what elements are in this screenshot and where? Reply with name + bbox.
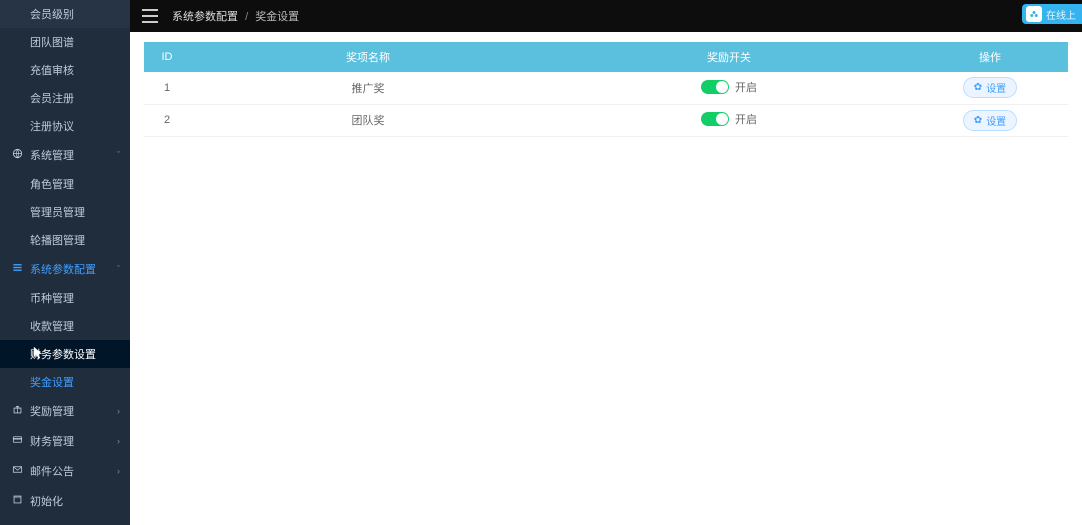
sidebar-item-member-level[interactable]: 会员级别 bbox=[0, 0, 130, 28]
refresh-icon bbox=[10, 494, 24, 508]
cell-switch: 开启 bbox=[546, 72, 912, 104]
sidebar-group-finance[interactable]: 财务管理 › bbox=[0, 426, 130, 456]
sidebar-item-label: 奖金设置 bbox=[30, 374, 74, 390]
mail-icon bbox=[10, 464, 24, 478]
cell-id: 2 bbox=[144, 104, 190, 136]
chevron-down-icon: › bbox=[117, 466, 120, 476]
bars-icon bbox=[10, 262, 24, 276]
cell-op: ✿ 设置 bbox=[912, 72, 1068, 104]
sidebar-item-label: 币种管理 bbox=[30, 290, 74, 306]
sidebar-item-admin-manage[interactable]: 管理员管理 bbox=[0, 198, 130, 226]
chevron-up-icon: ˇ bbox=[117, 264, 120, 274]
sidebar-group-label: 财务管理 bbox=[30, 433, 74, 449]
chevron-down-icon: › bbox=[117, 436, 120, 446]
sidebar-item-label: 轮播图管理 bbox=[30, 232, 85, 248]
set-button-label: 设置 bbox=[986, 113, 1006, 128]
sidebar-group-label: 系统参数配置 bbox=[30, 261, 96, 277]
cloud-icon bbox=[1026, 6, 1042, 22]
gear-icon: ✿ bbox=[974, 115, 982, 126]
sidebar-item-label: 收款管理 bbox=[30, 318, 74, 334]
cell-id: 1 bbox=[144, 72, 190, 104]
card-icon bbox=[10, 434, 24, 448]
chevron-down-icon: › bbox=[117, 406, 120, 416]
sidebar-item-coin-manage[interactable]: 币种管理 bbox=[0, 284, 130, 312]
gear-icon: ✿ bbox=[974, 82, 982, 93]
breadcrumb-item[interactable]: 系统参数配置 bbox=[172, 11, 238, 23]
bonus-switch[interactable]: 开启 bbox=[701, 111, 757, 127]
table-row: 1 推广奖 开启 ✿ 设置 bbox=[144, 72, 1068, 104]
sidebar-group-system[interactable]: 系统管理 ˇ bbox=[0, 140, 130, 170]
sidebar-item-team-graph[interactable]: 团队图谱 bbox=[0, 28, 130, 56]
sidebar-group-label: 系统管理 bbox=[30, 147, 74, 163]
sidebar-item-register-agreement[interactable]: 注册协议 bbox=[0, 112, 130, 140]
switch-track bbox=[701, 112, 729, 126]
content: ID 奖项名称 奖励开关 操作 1 推广奖 开启 bbox=[130, 32, 1082, 525]
sidebar-item-carousel-manage[interactable]: 轮播图管理 bbox=[0, 226, 130, 254]
cell-name: 团队奖 bbox=[190, 104, 546, 136]
bonus-table: ID 奖项名称 奖励开关 操作 1 推广奖 开启 bbox=[144, 42, 1068, 137]
switch-label: 开启 bbox=[735, 79, 757, 95]
sidebar-group-record[interactable]: 奖励管理 › bbox=[0, 396, 130, 426]
cell-switch: 开启 bbox=[546, 104, 912, 136]
sidebar-item-label: 会员注册 bbox=[30, 90, 74, 106]
sidebar-group-init[interactable]: 初始化 bbox=[0, 486, 130, 516]
switch-label: 开启 bbox=[735, 111, 757, 127]
set-button[interactable]: ✿ 设置 bbox=[963, 110, 1017, 131]
breadcrumb-separator: / bbox=[245, 11, 248, 23]
sidebar-item-recharge-audit[interactable]: 充值审核 bbox=[0, 56, 130, 84]
sidebar-group-mail[interactable]: 邮件公告 › bbox=[0, 456, 130, 486]
col-switch: 奖励开关 bbox=[546, 42, 912, 72]
sidebar-group-label: 奖励管理 bbox=[30, 403, 74, 419]
bonus-switch[interactable]: 开启 bbox=[701, 79, 757, 95]
main: 系统参数配置 / 奖金设置 在线上 ID 奖项名称 奖励开关 操作 bbox=[130, 0, 1082, 525]
table-row: 2 团队奖 开启 ✿ 设置 bbox=[144, 104, 1068, 136]
switch-track bbox=[701, 80, 729, 94]
online-status-label: 在线上 bbox=[1046, 7, 1076, 22]
sidebar-item-label: 会员级别 bbox=[30, 6, 74, 22]
col-name: 奖项名称 bbox=[190, 42, 546, 72]
breadcrumb-current: 奖金设置 bbox=[255, 11, 299, 23]
sidebar-item-role-manage[interactable]: 角色管理 bbox=[0, 170, 130, 198]
col-id: ID bbox=[144, 42, 190, 72]
cursor-icon bbox=[33, 346, 43, 363]
hamburger-icon[interactable] bbox=[142, 9, 158, 23]
set-button[interactable]: ✿ 设置 bbox=[963, 77, 1017, 98]
sidebar-item-label: 角色管理 bbox=[30, 176, 74, 192]
set-button-label: 设置 bbox=[986, 80, 1006, 95]
sidebar-group-label: 邮件公告 bbox=[30, 463, 74, 479]
sidebar-group-label: 初始化 bbox=[30, 493, 63, 509]
online-status-badge[interactable]: 在线上 bbox=[1022, 4, 1082, 24]
sidebar-item-label: 充值审核 bbox=[30, 62, 74, 78]
sidebar-item-label: 管理员管理 bbox=[30, 204, 85, 220]
switch-knob bbox=[716, 113, 728, 125]
chevron-up-icon: ˇ bbox=[117, 150, 120, 160]
breadcrumb: 系统参数配置 / 奖金设置 bbox=[172, 8, 299, 24]
sidebar-item-finance-params[interactable]: 财务参数设置 bbox=[0, 340, 130, 368]
globe-icon bbox=[10, 148, 24, 162]
sidebar-item-label: 团队图谱 bbox=[30, 34, 74, 50]
topbar: 系统参数配置 / 奖金设置 在线上 bbox=[130, 0, 1082, 32]
cell-name: 推广奖 bbox=[190, 72, 546, 104]
gift-icon bbox=[10, 404, 24, 418]
sidebar: 会员级别 团队图谱 充值审核 会员注册 注册协议 系统管理 ˇ 角色管理 管理员… bbox=[0, 0, 130, 525]
sidebar-item-collection-manage[interactable]: 收款管理 bbox=[0, 312, 130, 340]
sidebar-item-label: 注册协议 bbox=[30, 118, 74, 134]
col-op: 操作 bbox=[912, 42, 1068, 72]
cell-op: ✿ 设置 bbox=[912, 104, 1068, 136]
sidebar-item-bonus-settings[interactable]: 奖金设置 bbox=[0, 368, 130, 396]
sidebar-group-params[interactable]: 系统参数配置 ˇ bbox=[0, 254, 130, 284]
switch-knob bbox=[716, 81, 728, 93]
sidebar-item-member-register[interactable]: 会员注册 bbox=[0, 84, 130, 112]
